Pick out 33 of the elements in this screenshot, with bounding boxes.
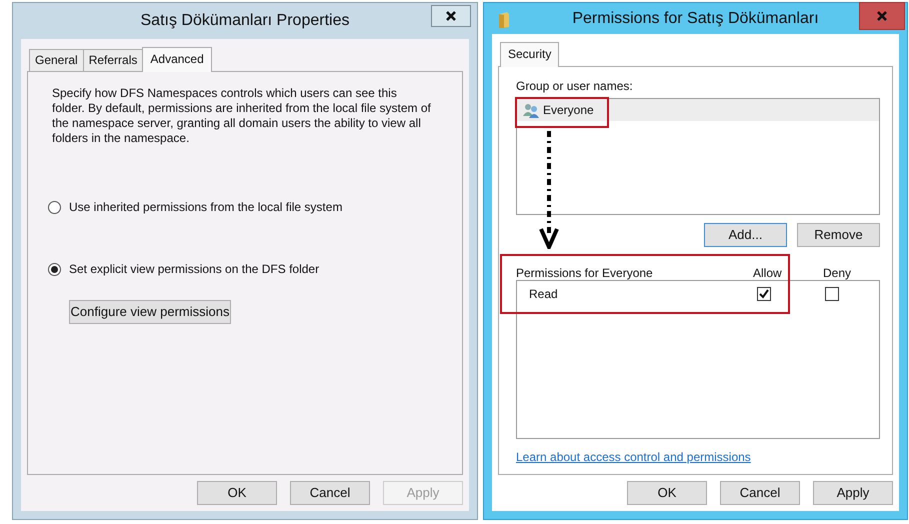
- help-link[interactable]: Learn about access control and permissions: [516, 448, 751, 466]
- dialog-button[interactable]: OK: [627, 481, 707, 505]
- dialog-button[interactable]: Remove: [797, 223, 880, 247]
- dialog-button[interactable]: Cancel: [720, 481, 800, 505]
- users-icon: [523, 102, 540, 118]
- radio-button[interactable]: [48, 200, 61, 214]
- tab[interactable]: Security: [500, 42, 560, 67]
- checkbox[interactable]: [757, 287, 771, 301]
- folder-icon: [498, 11, 510, 29]
- tab[interactable]: Referrals: [82, 49, 144, 71]
- dialog-button[interactable]: Cancel: [290, 481, 370, 505]
- radio-button[interactable]: [48, 262, 61, 276]
- group-label: Group or user names:: [516, 78, 634, 95]
- dialog-button[interactable]: Apply: [813, 481, 893, 505]
- window-title: Satış Dökümanları Properties: [140, 11, 350, 31]
- dialog-button[interactable]: Add...: [704, 223, 787, 247]
- dialog-button[interactable]: OK: [197, 481, 277, 505]
- close-icon: [445, 10, 457, 22]
- configure-button[interactable]: Configure view permissions: [69, 300, 231, 324]
- column-header: Allow: [753, 265, 783, 280]
- user-row[interactable]: Everyone: [517, 99, 879, 121]
- window-title: Permissions for Satış Dökümanları: [572, 8, 819, 28]
- tab[interactable]: Advanced: [142, 47, 212, 72]
- permissions-header: Permissions for Everyone: [516, 265, 654, 280]
- close-icon: [876, 10, 888, 22]
- close-button[interactable]: [431, 5, 471, 27]
- permission-name: Read: [529, 286, 559, 303]
- option-label[interactable]: Set explicit view permissions on the DFS folder: [69, 260, 320, 278]
- column-header: Deny: [823, 265, 852, 280]
- tab[interactable]: General: [29, 49, 84, 71]
- description-text: Specify how DFS Namespaces controls which users can see this folder. By default, permissions are inherited from the local file system of the namespace server, granting all domain users the ability to view all folders in the namespace.: [52, 86, 432, 146]
- checkbox[interactable]: [825, 287, 839, 301]
- option-label[interactable]: Use inherited permissions from the local file system: [69, 198, 342, 216]
